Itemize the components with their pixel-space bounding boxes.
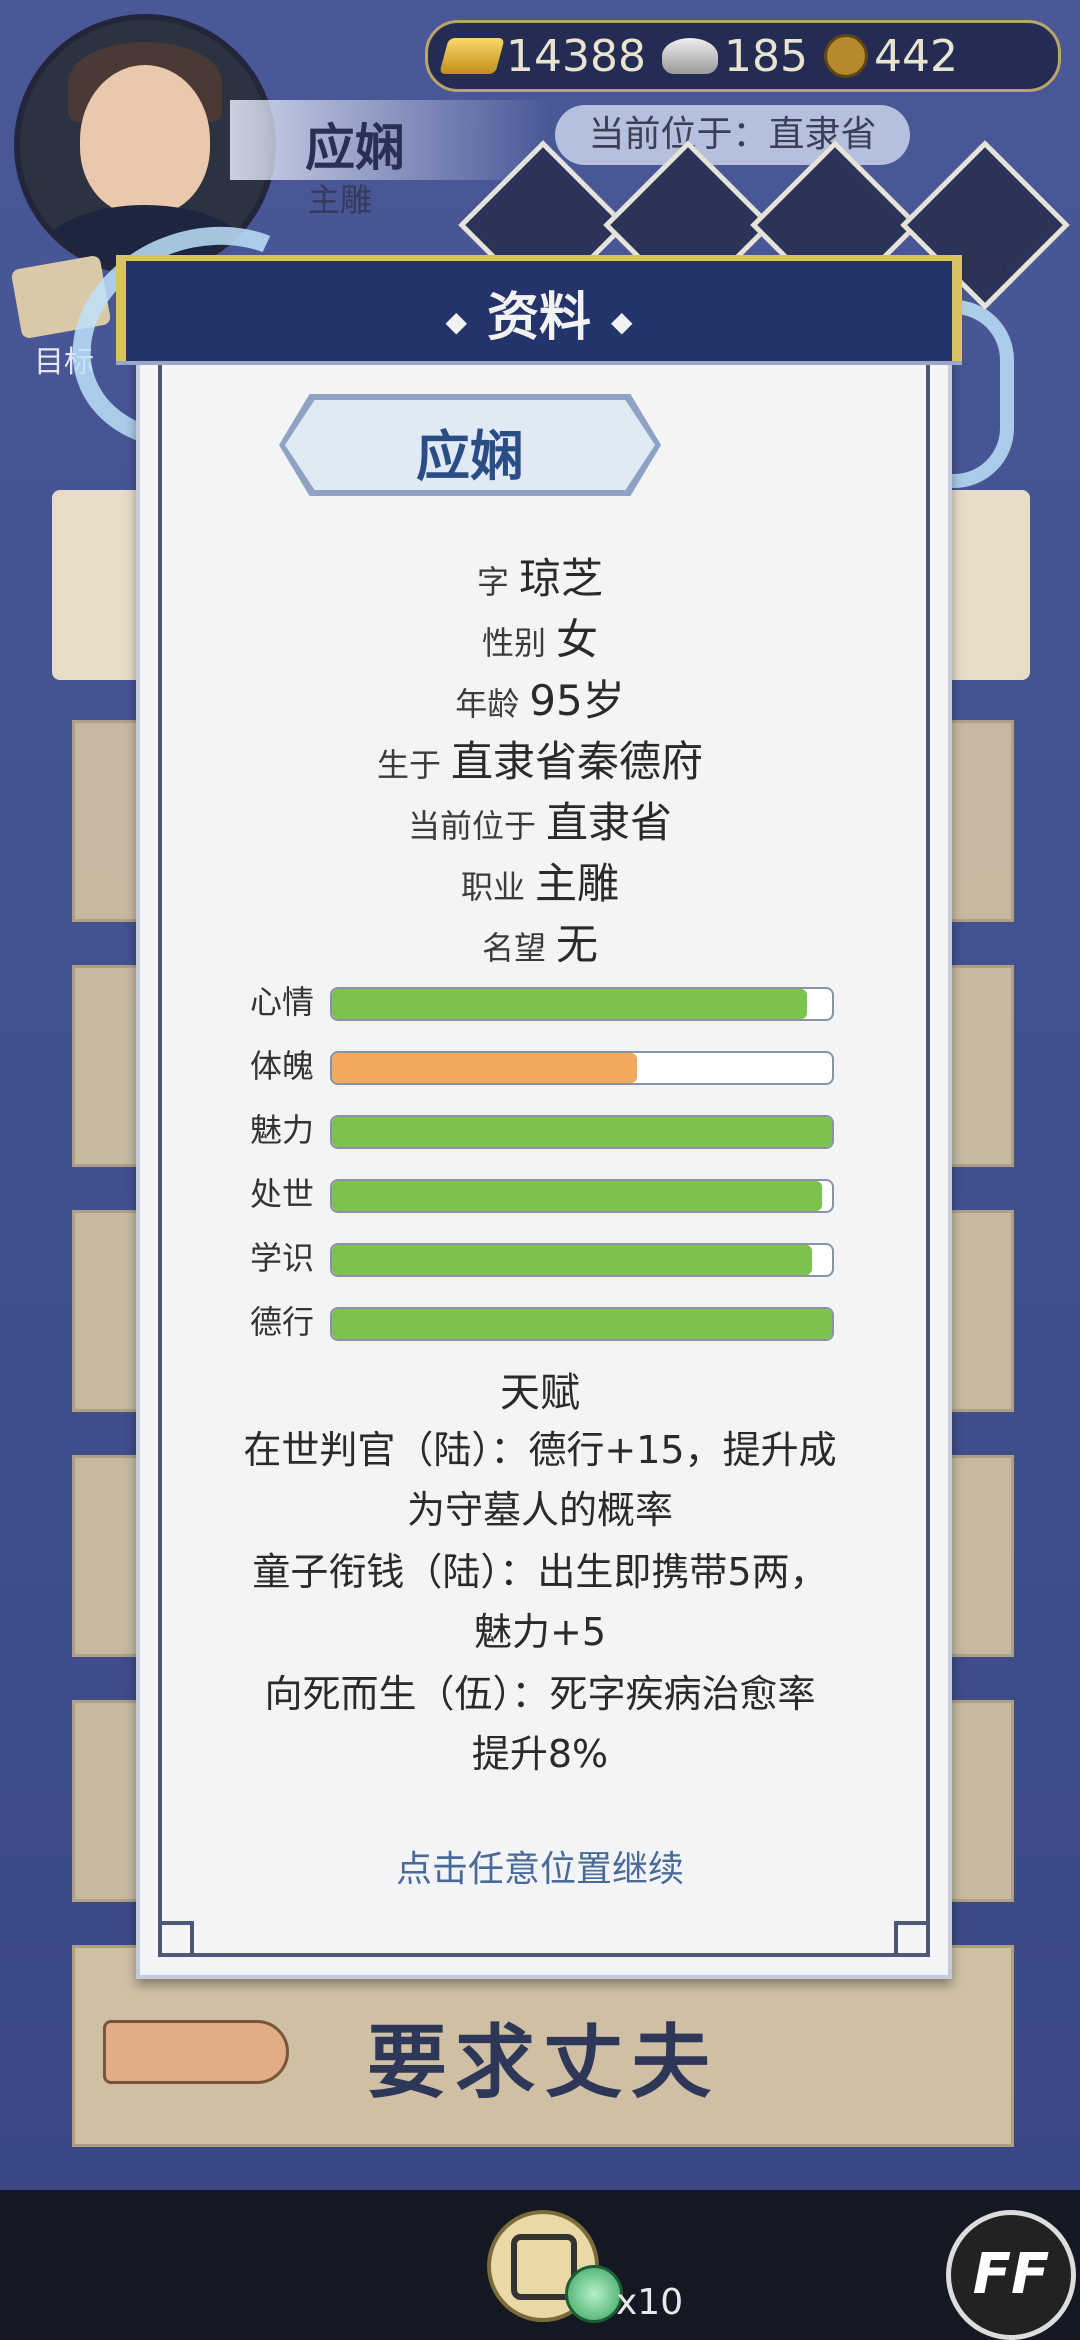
stat-fill <box>332 1181 822 1211</box>
stat-label: 德行 <box>250 1303 315 1341</box>
talent-line: 提升8% <box>471 1732 609 1776</box>
frame-corner-right <box>894 1921 930 1957</box>
info-age: 年龄 95岁 <box>136 667 944 728</box>
info-occupation: 职业 主雕 <box>136 850 944 911</box>
stat-fill <box>332 989 807 1019</box>
stat-physique: 体魄 <box>250 1046 834 1086</box>
silver-resource: 185 <box>661 30 808 82</box>
talent-item: 向死而生（伍）：死字疾病治愈率 提升8% <box>180 1664 900 1784</box>
info-key: 性别 <box>481 624 546 662</box>
info-current-location: 当前位于 直隶省 <box>136 789 944 850</box>
talent-line: 魅力+5 <box>473 1610 607 1654</box>
info-key: 生于 <box>376 746 441 784</box>
talent-line: 向死而生（伍）：死字疾病治愈率 <box>264 1672 816 1716</box>
info-key: 职业 <box>460 868 525 906</box>
stat-charm: 魅力 <box>250 1110 834 1150</box>
info-gender: 性别女 <box>136 606 944 667</box>
stat-track <box>330 1051 834 1085</box>
reward-multiplier: x10 <box>616 2282 684 2323</box>
info-value: 主雕 <box>535 859 620 908</box>
jade-reward-icon <box>565 2265 623 2323</box>
copper-coin-icon <box>823 34 868 78</box>
stat-track <box>330 1307 834 1341</box>
stat-fill <box>332 1245 812 1275</box>
stat-track <box>330 1179 834 1213</box>
continue-hint[interactable]: 点击任意位置继续 <box>136 1840 944 1892</box>
info-value: 直隶省 <box>546 798 673 847</box>
info-key: 年龄 <box>455 685 520 723</box>
name-badge: 应娴 <box>279 394 661 496</box>
gold-amount: 14388 <box>506 30 646 82</box>
stat-track <box>330 1243 834 1277</box>
talent-item: 在世判官（陆）：德行+15，提升成 为守墓人的概率 <box>180 1420 900 1540</box>
stat-track <box>330 987 834 1021</box>
player-name: 应娴 <box>305 119 405 177</box>
gold-ingot-icon <box>439 38 505 74</box>
info-value: 直隶省秦德府 <box>451 737 704 786</box>
player-role: 主雕 <box>308 181 373 219</box>
silver-amount: 185 <box>723 30 808 82</box>
info-value: 95岁 <box>529 676 625 725</box>
modal-title: ◆ 资料 ◆ <box>116 275 962 350</box>
talent-item: 童子衔钱（陆）：出生即携带5两， 魅力+5 <box>180 1542 900 1662</box>
modal-title-text: 资料 <box>486 288 591 348</box>
title-dot-icon: ◆ <box>611 304 633 338</box>
stat-label: 心情 <box>250 983 315 1021</box>
stat-fill <box>332 1309 832 1339</box>
silver-ingot-icon <box>661 38 718 74</box>
stat-track <box>330 1115 834 1149</box>
request-husband-label: 要求丈夫 <box>367 2016 719 2109</box>
info-value: 琼芝 <box>519 554 604 603</box>
stat-knowledge: 学识 <box>250 1238 834 1278</box>
title-dot-icon: ◆ <box>445 304 467 338</box>
talent-line: 童子衔钱（陆）：出生即携带5两， <box>252 1550 828 1594</box>
location-plate: 当前位于：直隶省 <box>555 105 910 165</box>
info-reputation: 名望无 <box>136 911 944 972</box>
info-courtesy-name: 字琼芝 <box>136 545 944 606</box>
info-key: 名望 <box>481 929 546 967</box>
info-birthplace: 生于 直隶省秦德府 <box>136 728 944 789</box>
stat-mood: 心情 <box>250 982 834 1022</box>
gold-resource: 14388 <box>439 30 646 82</box>
stat-conduct: 处世 <box>250 1174 834 1214</box>
stat-label: 魅力 <box>250 1111 315 1149</box>
badge-name: 应娴 <box>416 425 524 488</box>
coin-resource: 442 <box>823 30 958 82</box>
stat-label: 处世 <box>250 1175 315 1213</box>
info-value: 女 <box>556 615 599 664</box>
avatar-face <box>80 65 210 215</box>
stat-label: 体魄 <box>250 1047 315 1085</box>
stat-fill <box>332 1117 832 1147</box>
stat-label: 学识 <box>250 1239 315 1277</box>
coin-amount: 442 <box>873 30 958 82</box>
talent-line: 在世判官（陆）：德行+15，提升成 <box>243 1428 837 1472</box>
fast-forward-button[interactable]: FF <box>946 2210 1076 2340</box>
info-value: 无 <box>556 920 599 969</box>
resource-bar: 14388 185 442 <box>425 20 1061 92</box>
info-key: 字 <box>476 563 509 601</box>
frame-corner-left <box>158 1921 194 1957</box>
talent-title: 天赋 <box>500 1370 580 1416</box>
modal-header: ◆ 资料 ◆ <box>116 255 962 365</box>
stat-virtue: 德行 <box>250 1302 834 1342</box>
stat-fill <box>332 1053 637 1083</box>
talent-line: 为守墓人的概率 <box>406 1488 673 1532</box>
info-key: 当前位于 <box>407 807 536 845</box>
